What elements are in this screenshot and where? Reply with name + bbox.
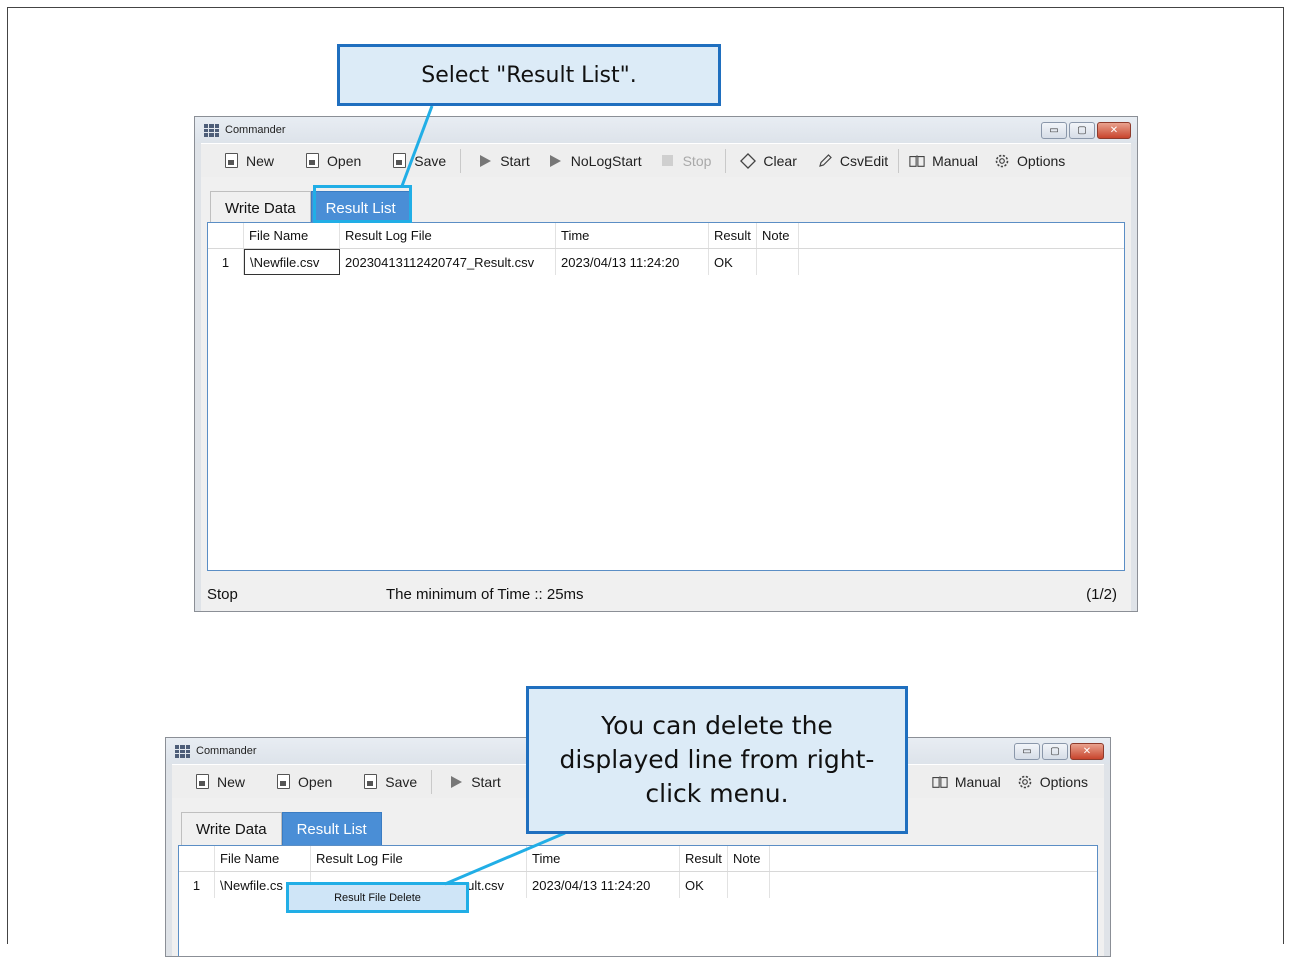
callout-top-text: Select "Result List".	[421, 62, 637, 88]
top-callout-pointer	[400, 105, 434, 187]
callout-bottom-line-3: click menu.	[645, 779, 789, 808]
callout-bottom-line-1: You can delete the	[601, 711, 833, 740]
callout-bottom-line-2: displayed line from right-	[559, 745, 875, 774]
callout-delete-line: You can delete the displayed line from r…	[526, 686, 908, 834]
bottom-callout-pointer	[444, 831, 566, 886]
callout-select-result-list: Select "Result List".	[337, 44, 721, 106]
